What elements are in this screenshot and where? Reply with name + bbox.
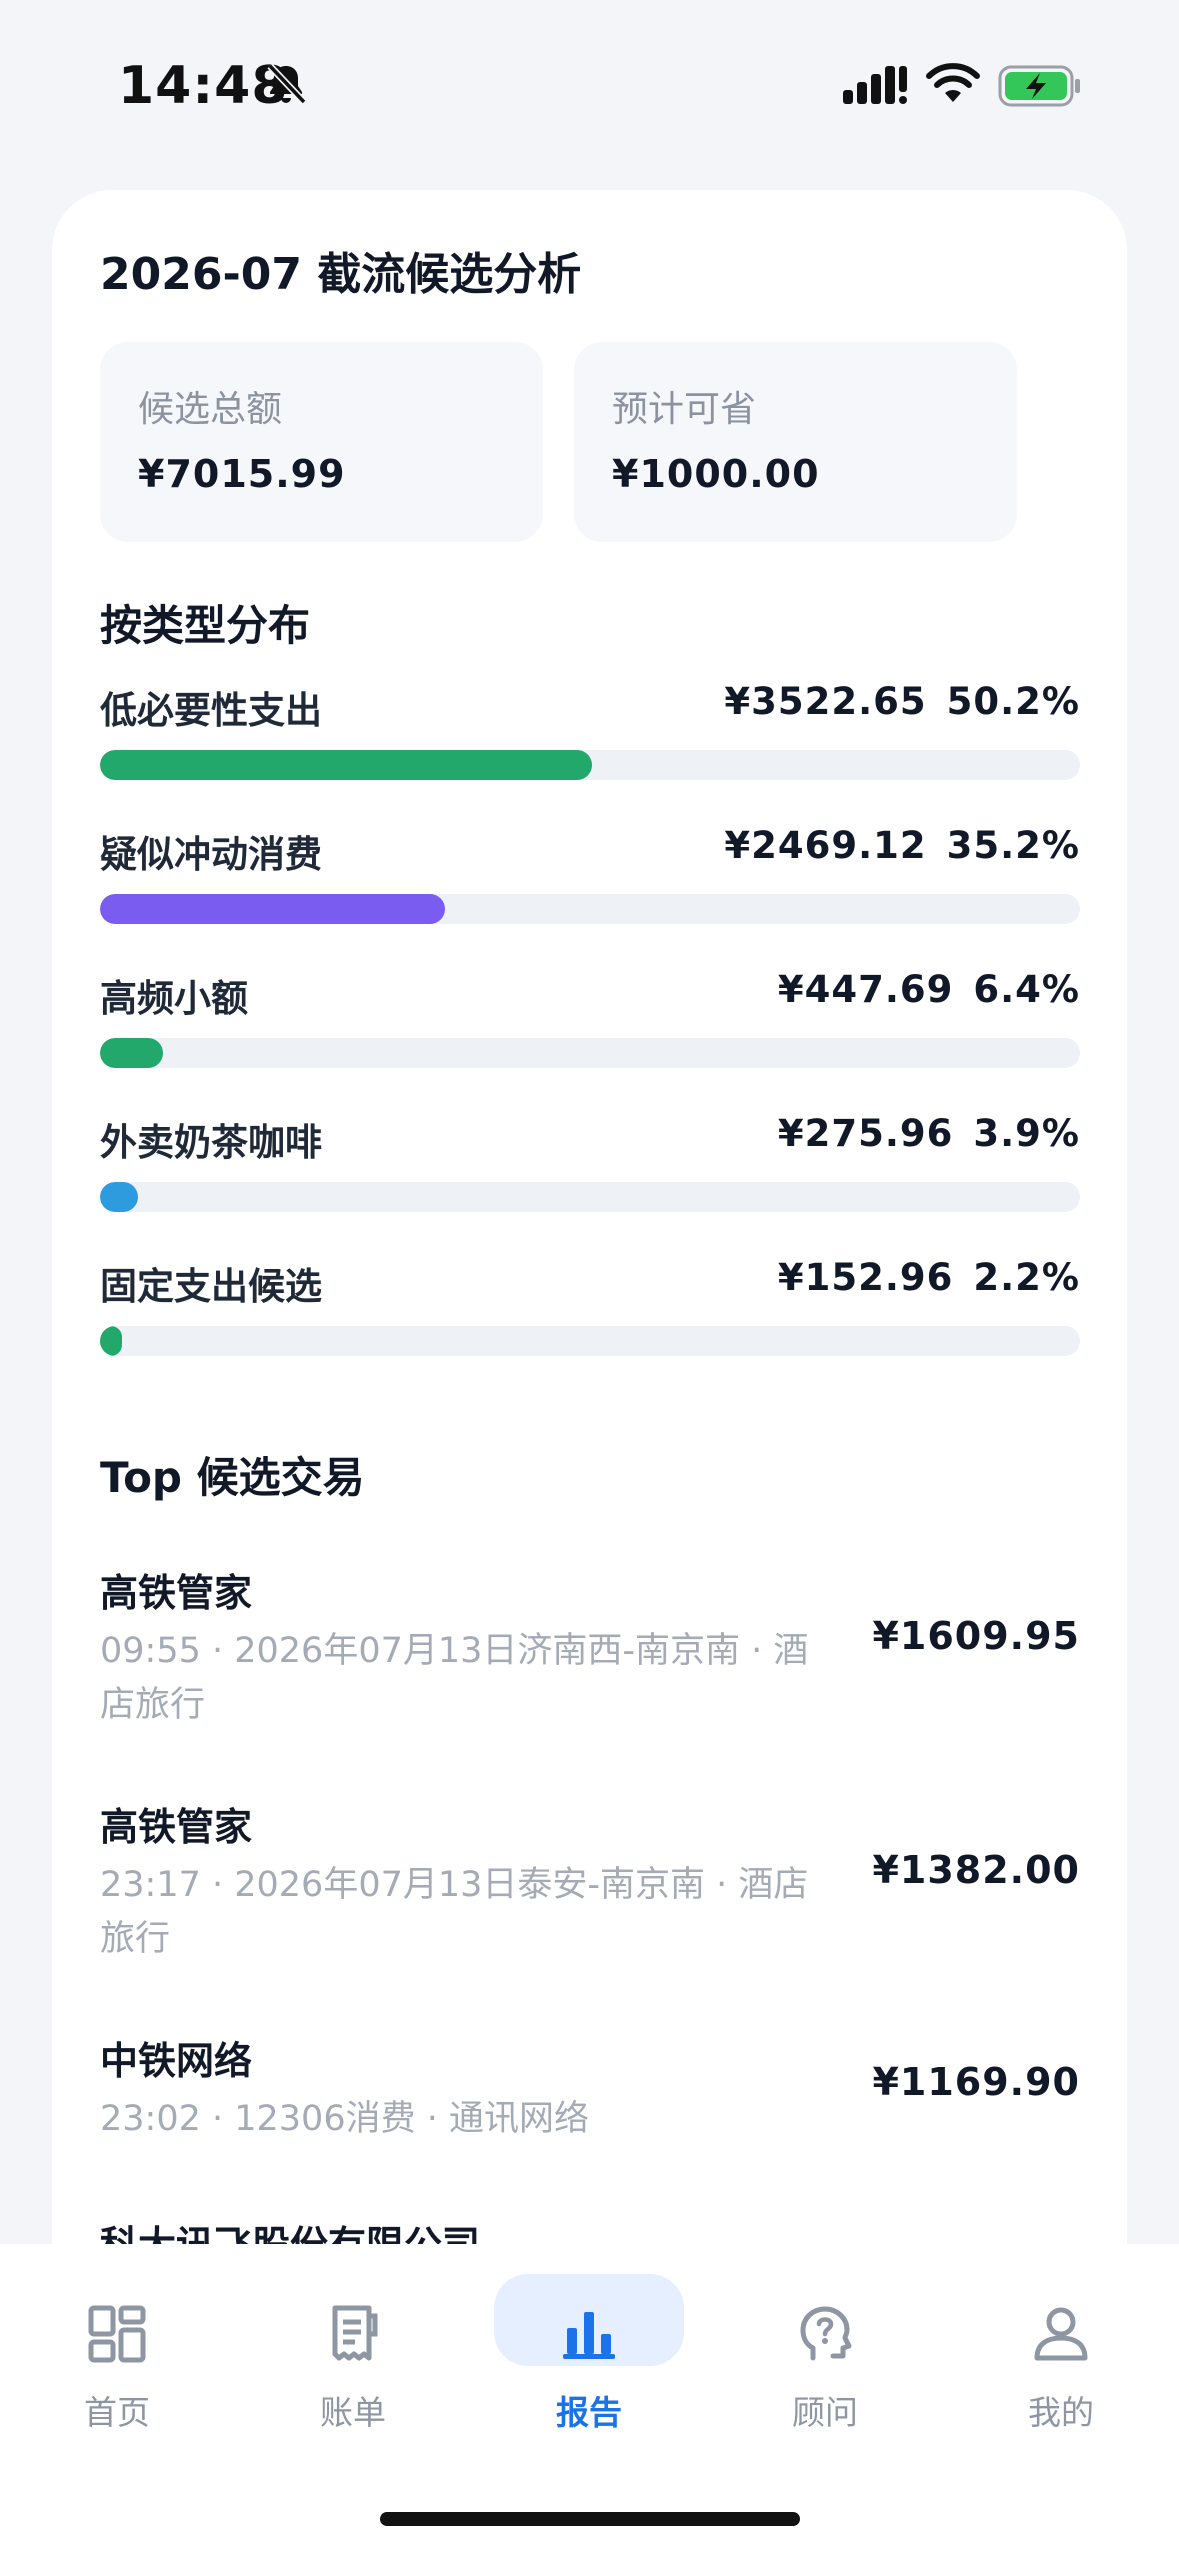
category-row[interactable]: 外卖奶茶咖啡 ¥275.96 3.9% [100, 1112, 1080, 1222]
tab-label: 报告 [556, 2393, 622, 2432]
progress-fill [100, 1182, 139, 1212]
tab-bills[interactable]: 账单 [258, 2284, 448, 2434]
battery-charging-icon [998, 65, 1080, 107]
category-name: 外卖奶茶咖啡 [100, 1121, 322, 1164]
stat-value: ¥1000.00 [612, 452, 820, 496]
transaction-merchant: 中铁网络 [100, 2039, 253, 2083]
progress-track [100, 1182, 1080, 1212]
stat-value: ¥7015.99 [138, 452, 346, 496]
top-transactions-title: Top 候选交易 [100, 1453, 365, 1502]
distribution-title: 按类型分布 [100, 601, 311, 650]
progress-track [100, 1038, 1080, 1068]
category-row[interactable]: 高频小额 ¥447.69 6.4% [100, 968, 1080, 1078]
category-amount: ¥275.96 3.9% [777, 1112, 1080, 1155]
tab-home[interactable]: 首页 [22, 2284, 212, 2434]
category-amount: ¥3522.65 50.2% [724, 680, 1080, 723]
user-icon [1034, 2307, 1088, 2361]
stat-candidate-total: 候选总额 ¥7015.99 [100, 342, 543, 542]
cellular-signal-icon [843, 66, 907, 104]
category-name: 固定支出候选 [100, 1265, 322, 1308]
dashboard-icon [88, 2305, 146, 2363]
progress-fill [100, 1326, 122, 1356]
progress-track [100, 894, 1080, 924]
category-amount: ¥152.96 2.2% [777, 1256, 1080, 1299]
transaction-amount: ¥1609.95 [872, 1614, 1080, 1658]
advisor-head-icon [800, 2306, 852, 2361]
bell-muted-icon [267, 63, 307, 105]
stat-label: 候选总额 [138, 389, 283, 430]
transaction-row[interactable]: 高铁管家 23:17 · 2026年07月13日泰安-南京南 · 酒店旅行 ¥1… [100, 1796, 1080, 1996]
progress-fill [100, 1038, 163, 1068]
category-amount: ¥447.69 6.4% [777, 968, 1080, 1011]
transaction-meta: 09:55 · 2026年07月13日济南西-南京南 · 酒店旅行 [100, 1631, 809, 1725]
transaction-amount: ¥1382.00 [872, 1848, 1080, 1892]
transaction-meta: 23:17 · 2026年07月13日泰安-南京南 · 酒店旅行 [100, 1865, 809, 1959]
category-name: 疑似冲动消费 [100, 833, 322, 876]
tab-label: 首页 [84, 2393, 150, 2432]
tab-label: 顾问 [792, 2393, 858, 2432]
tab-profile[interactable]: 我的 [966, 2284, 1156, 2434]
progress-track [100, 1326, 1080, 1356]
wifi-icon [926, 63, 980, 102]
transaction-row[interactable]: 高铁管家 09:55 · 2026年07月13日济南西-南京南 · 酒店旅行 ¥… [100, 1562, 1080, 1762]
category-row[interactable]: 固定支出候选 ¥152.96 2.2% [100, 1256, 1080, 1366]
stat-label: 预计可省 [612, 389, 757, 430]
progress-track [100, 750, 1080, 780]
transaction-amount: ¥1169.90 [872, 2060, 1080, 2104]
category-row[interactable]: 疑似冲动消费 ¥2469.12 35.2% [100, 824, 1080, 934]
category-amount: ¥2469.12 35.2% [724, 824, 1080, 867]
home-indicator [380, 2512, 800, 2526]
tab-advisor[interactable]: 顾问 [730, 2284, 920, 2434]
transaction-merchant: 高铁管家 [100, 1805, 253, 1849]
tab-label: 我的 [1028, 2393, 1094, 2432]
category-name: 高频小额 [100, 977, 248, 1020]
stat-estimated-savings: 预计可省 ¥1000.00 [574, 342, 1017, 542]
transaction-row[interactable]: 中铁网络 23:02 · 12306消费 · 通讯网络 ¥1169.90 [100, 2030, 1080, 2170]
category-name: 低必要性支出 [100, 689, 322, 732]
page-title: 2026-07 截流候选分析 [100, 249, 582, 300]
transaction-meta: 23:02 · 12306消费 · 通讯网络 [100, 2099, 589, 2139]
status-bar: 14:48 [0, 0, 1179, 170]
tab-report[interactable]: 报告 [494, 2274, 684, 2434]
receipt-icon [332, 2305, 378, 2361]
progress-fill [100, 750, 592, 780]
bar-chart-icon [563, 2312, 615, 2359]
tab-label: 账单 [320, 2393, 386, 2432]
transaction-merchant: 高铁管家 [100, 1571, 253, 1615]
analysis-card: 2026-07 截流候选分析 候选总额 ¥7015.99 预计可省 ¥1000.… [52, 190, 1127, 2320]
category-row[interactable]: 低必要性支出 ¥3522.65 50.2% [100, 680, 1080, 790]
progress-fill [100, 894, 445, 924]
tab-bar: 首页 账单 报告 顾问 我的 [0, 2244, 1179, 2556]
